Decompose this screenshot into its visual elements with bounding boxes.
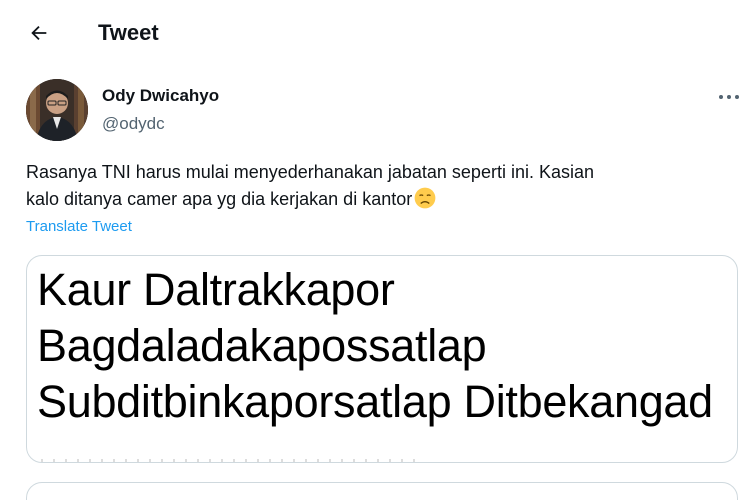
media-text-line: Kaur Daltrakkapor <box>37 264 395 315</box>
media-text-line: Subditbinkaporsatlap Ditbekangad <box>37 376 713 427</box>
tweet-text-segment: kalo ditanya camer apa yg dia kerjakan d… <box>26 189 413 209</box>
translate-tweet-link[interactable]: Translate Tweet <box>26 218 132 235</box>
author-name[interactable]: Ody Dwicahyo <box>102 86 219 106</box>
more-dots-icon <box>719 95 739 99</box>
tweet-text-line: Rasanya TNI harus mulai menyederhanakan … <box>26 162 594 182</box>
profile-photo-icon <box>26 79 88 141</box>
tweet-text: Rasanya TNI harus mulai menyederhanakan … <box>26 159 736 213</box>
media-cutoff-artifact <box>41 459 421 462</box>
tweet-text-line: kalo ditanya camer apa yg dia kerjakan d… <box>26 186 736 213</box>
disappointed-face-icon <box>414 187 436 209</box>
page-header: Tweet <box>0 0 750 66</box>
page-title: Tweet <box>98 20 159 45</box>
media-text-line: Bagdaladakapossatlap <box>37 320 487 371</box>
back-button[interactable] <box>24 18 54 48</box>
arrow-left-icon <box>31 25 47 41</box>
tweet-page: Tweet Ody Dwicahyo @odydc Rasanya TNI ha… <box>0 0 750 500</box>
more-options-button[interactable] <box>712 86 746 108</box>
tweet-media-image[interactable]: Kaur Daltrakkapor Bagdaladakapossatlap S… <box>26 255 738 463</box>
next-media-card[interactable] <box>26 482 738 500</box>
author-handle[interactable]: @odydc <box>102 114 165 134</box>
avatar[interactable] <box>26 79 88 141</box>
